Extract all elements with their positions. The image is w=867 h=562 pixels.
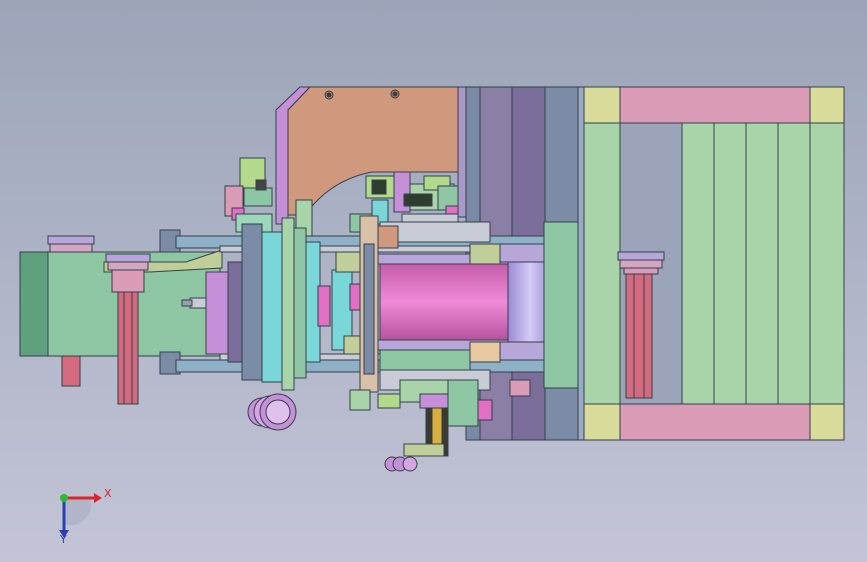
x-axis-label: X	[104, 487, 112, 500]
frame-bottom-rail	[619, 403, 811, 441]
frame-bar-1	[681, 122, 715, 405]
orientation-triad: X Y	[44, 478, 114, 548]
x-axis-arrowhead	[94, 493, 102, 503]
assembly-drawing	[0, 0, 867, 562]
frame-corner-bl	[583, 403, 621, 441]
frame-bar-4	[777, 122, 811, 405]
frame-bar-2	[713, 122, 747, 405]
frame-corner-br	[809, 403, 845, 441]
origin-marker	[60, 494, 68, 502]
cad-viewport[interactable]: X Y	[0, 0, 867, 562]
frame-corner-tl	[583, 86, 621, 124]
frame-bar-3	[745, 122, 779, 405]
frame-top-rail	[619, 86, 811, 124]
frame-corner-tr	[809, 86, 845, 124]
y-axis-label: Y	[60, 533, 67, 546]
triad-shadow	[64, 498, 92, 526]
